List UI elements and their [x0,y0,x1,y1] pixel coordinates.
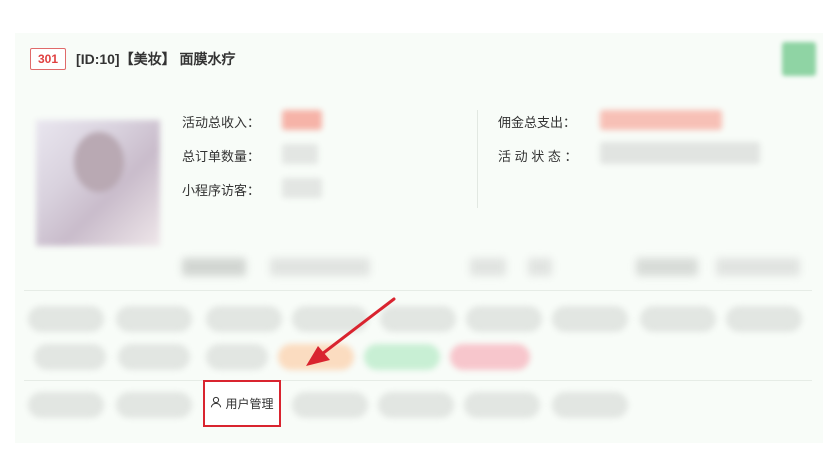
annotation-arrow [306,297,396,366]
